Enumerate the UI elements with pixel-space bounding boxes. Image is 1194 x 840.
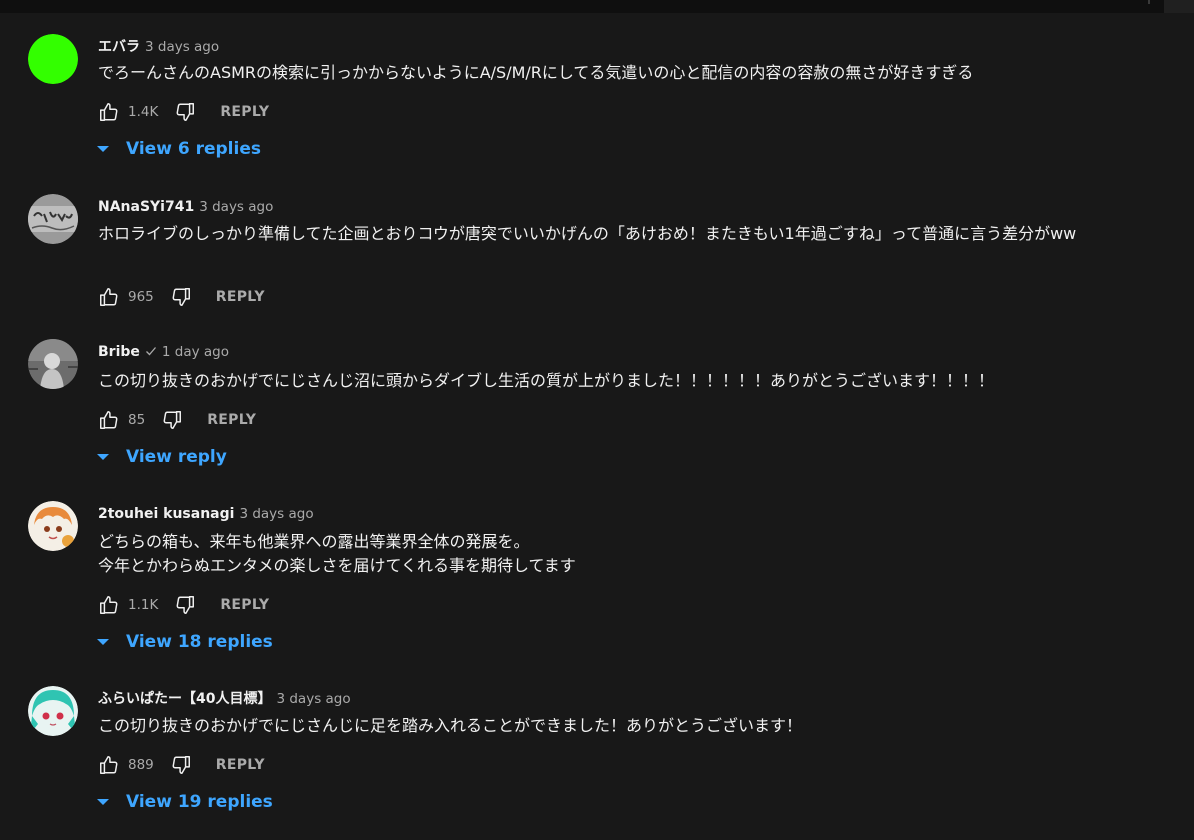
thumbs-down-icon[interactable] <box>174 594 196 616</box>
comment-actions: 889 REPLY <box>98 755 265 775</box>
comment-text: この切り抜きのおかげでにじさんじに足を踏み入れることができました！ありがとうござ… <box>98 716 803 735</box>
caret-down-icon <box>97 639 109 645</box>
comment-actions: 1.1K REPLY <box>98 595 269 615</box>
author-name[interactable]: ふらいぱたー【40人目標】 <box>98 691 271 707</box>
view-replies-button[interactable]: View 19 replies <box>96 791 273 813</box>
comment-text: ホロライブのしっかり準備してた企画とおりコウが唐突でいいかげんの「あけおめ！また… <box>98 224 1077 243</box>
comment-actions: 85 REPLY <box>98 410 256 430</box>
reply-button[interactable]: REPLY <box>207 412 256 428</box>
like-count: 85 <box>128 412 146 428</box>
comment-header: ふらいぱたー【40人目標】 3 days ago <box>98 688 351 708</box>
like-count: 889 <box>128 757 154 773</box>
comment-text-line: 今年とかわらぬエンタメの楽しさを届けてくれる事を期待してます <box>98 556 576 575</box>
comment-actions: 965 REPLY <box>98 287 265 307</box>
timestamp[interactable]: 3 days ago <box>239 506 313 522</box>
comment-text: どちらの箱も、来年も他業界への露出等業界全体の発展を。 今年とかわらぬエンタメの… <box>98 530 1158 578</box>
author-name[interactable]: NAnaSYi741 <box>98 199 194 215</box>
comment-text: この切り抜きのおかげでにじさんじ沼に頭からダイブし生活の質が上がりました！！！！… <box>98 371 995 390</box>
author-name[interactable]: エバラ <box>98 39 140 55</box>
comment-text-line: どちらの箱も、来年も他業界への露出等業界全体の発展を。 <box>98 532 530 551</box>
thumbs-down-icon[interactable] <box>170 754 192 776</box>
timestamp[interactable]: 3 days ago <box>145 39 219 55</box>
comment-actions: 1.4K REPLY <box>98 102 269 122</box>
view-replies-label: View reply <box>126 447 227 467</box>
author-name[interactable]: 2touhei kusanagi <box>98 506 234 522</box>
caret-down-icon <box>97 146 109 152</box>
timestamp[interactable]: 3 days ago <box>199 199 273 215</box>
like-count: 1.4K <box>128 104 159 120</box>
thumbs-up-icon[interactable] <box>98 594 120 616</box>
view-replies-button[interactable]: View 6 replies <box>96 138 261 160</box>
like-count: 965 <box>128 289 154 305</box>
thumbs-down-icon[interactable] <box>170 286 192 308</box>
reply-button[interactable]: REPLY <box>220 104 269 120</box>
thumbs-up-icon[interactable] <box>98 286 120 308</box>
author-name[interactable]: Bribe <box>98 344 140 360</box>
reply-button[interactable]: REPLY <box>220 597 269 613</box>
thumbs-down-icon[interactable] <box>174 101 196 123</box>
top-bar-edge <box>1164 0 1194 13</box>
checkmark-icon <box>145 347 156 356</box>
comment-text: でろーんさんのASMRの検索に引っかからないようにA/S/M/Rにしてる気遣いの… <box>98 63 974 82</box>
timestamp[interactable]: 1 day ago <box>162 344 229 360</box>
caret-down-icon <box>97 454 109 460</box>
like-count: 1.1K <box>128 597 159 613</box>
view-replies-button[interactable]: View reply <box>96 446 227 468</box>
view-replies-label: View 6 replies <box>126 139 261 159</box>
comment-header: Bribe 1 day ago <box>98 341 229 361</box>
avatar[interactable] <box>28 339 78 389</box>
thumbs-up-icon[interactable] <box>98 754 120 776</box>
comment-header: 2touhei kusanagi 3 days ago <box>98 503 314 523</box>
caret-down-icon <box>97 799 109 805</box>
thumbs-up-icon[interactable] <box>98 409 120 431</box>
comment-header: エバラ 3 days ago <box>98 36 219 56</box>
reply-button[interactable]: REPLY <box>216 289 265 305</box>
view-replies-label: View 19 replies <box>126 792 273 812</box>
reply-button[interactable]: REPLY <box>216 757 265 773</box>
avatar[interactable] <box>28 194 78 244</box>
timestamp[interactable]: 3 days ago <box>276 691 350 707</box>
thumbs-down-icon[interactable] <box>161 409 183 431</box>
view-replies-label: View 18 replies <box>126 632 273 652</box>
avatar[interactable] <box>28 686 78 736</box>
thumbs-up-icon[interactable] <box>98 101 120 123</box>
avatar[interactable] <box>28 34 78 84</box>
top-bar <box>0 0 1194 13</box>
avatar[interactable] <box>28 501 78 551</box>
comment-header: NAnaSYi741 3 days ago <box>98 196 273 216</box>
scroll-indicator <box>1148 0 1150 4</box>
view-replies-button[interactable]: View 18 replies <box>96 631 273 653</box>
